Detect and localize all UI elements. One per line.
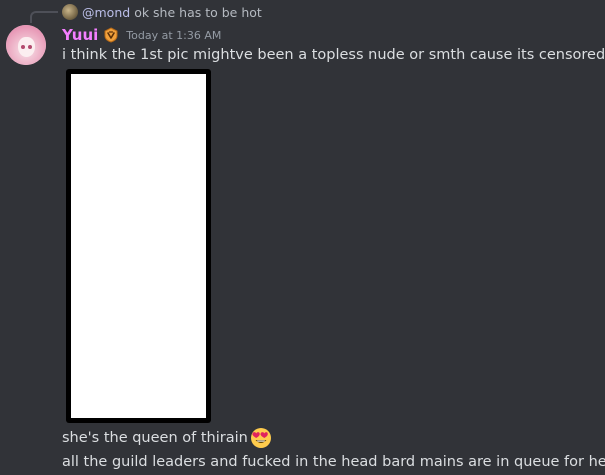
message-text-3: all the guild leaders and fucked in the … — [62, 454, 605, 470]
reply-connector — [30, 11, 58, 23]
avatar[interactable] — [6, 25, 46, 65]
hype-squad-badge-icon[interactable] — [103, 27, 119, 43]
message-header: Yuui Today at 1:36 AM — [62, 25, 221, 45]
image-attachment[interactable] — [66, 69, 211, 423]
reply-preview[interactable]: @mond ok she has to be hot — [62, 3, 262, 21]
message-text-2: she's the queen of thirain — [62, 430, 248, 446]
message-line-2: she's the queen of thirain — [62, 427, 272, 449]
avatar-eye-right — [28, 45, 32, 49]
heart-eyes-emoji-icon[interactable] — [250, 427, 272, 449]
avatar-eye-left — [21, 45, 25, 49]
message-text-1: i think the 1st pic mightve been a tople… — [62, 47, 605, 63]
reply-avatar[interactable] — [62, 4, 78, 20]
chat-message-area: @mond ok she has to be hot Yuui Today at… — [0, 0, 605, 475]
username[interactable]: Yuui — [62, 26, 98, 44]
reply-mention[interactable]: @mond — [82, 5, 130, 20]
timestamp[interactable]: Today at 1:36 AM — [126, 29, 221, 42]
reply-text[interactable]: ok she has to be hot — [134, 5, 262, 20]
censored-image — [71, 74, 206, 418]
